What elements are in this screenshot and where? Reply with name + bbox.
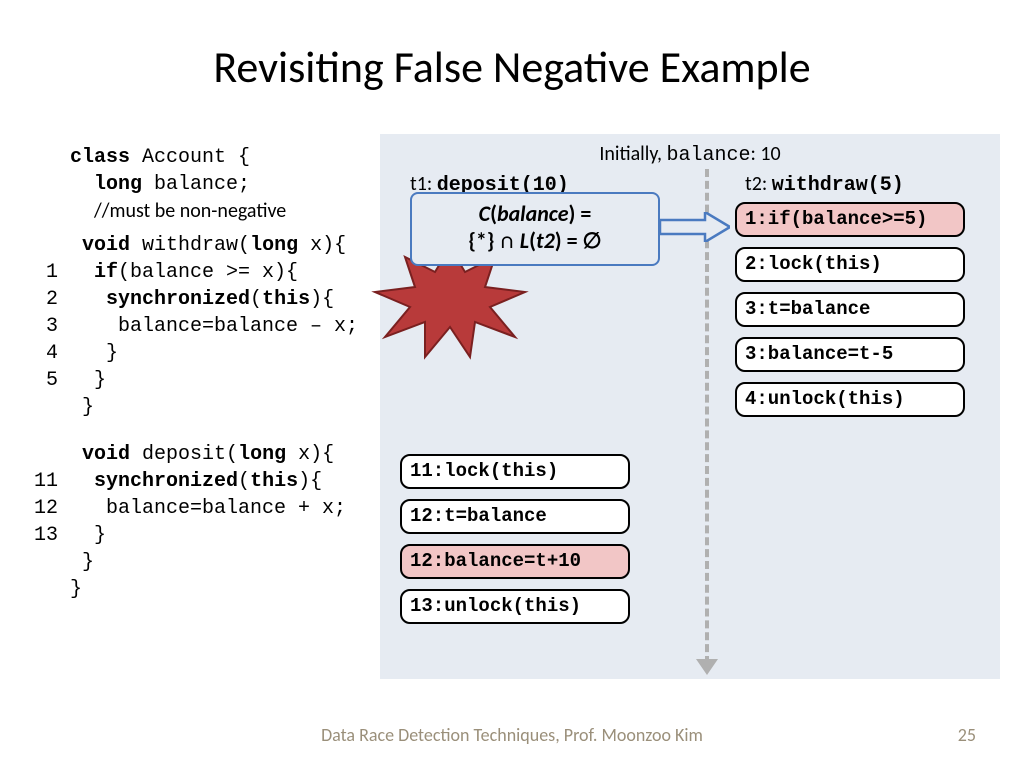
timeline-arrowhead-icon [696,659,718,675]
t1-step-2: 12:t=balance [400,499,630,534]
t2-step-1: 1:if(balance>=5) [735,202,965,237]
t1-step-3: 12:balance=t+10 [400,544,630,579]
t2-step-5: 4:unlock(this) [735,382,965,417]
thread2-header: t2: withdraw(5) [745,172,904,197]
t2-step-4: 3:balance=t-5 [735,337,965,372]
timeline-arrow [705,169,709,664]
lockset-callout: C(balance) = {*} ∩ L(t2) = ∅ [410,192,660,266]
t1-step-4: 13:unlock(this) [400,589,630,624]
page-number: 25 [958,724,976,746]
code-block: class Account { long balance; //must be … [30,144,358,603]
t2-step-2: 2:lock(this) [735,247,965,282]
slide-content: class Account { long balance; //must be … [0,114,1024,734]
callout-arrow-icon [660,212,730,242]
initial-state: Initially, balance: 10 [380,142,1000,167]
execution-diagram: Initially, balance: 10 t1: deposit(10) t… [380,134,1000,679]
footer-text: Data Race Detection Techniques, Prof. Mo… [0,724,1024,746]
t1-step-1: 11:lock(this) [400,454,630,489]
t2-step-3: 3:t=balance [735,292,965,327]
slide-title: Revisiting False Negative Example [0,0,1024,114]
